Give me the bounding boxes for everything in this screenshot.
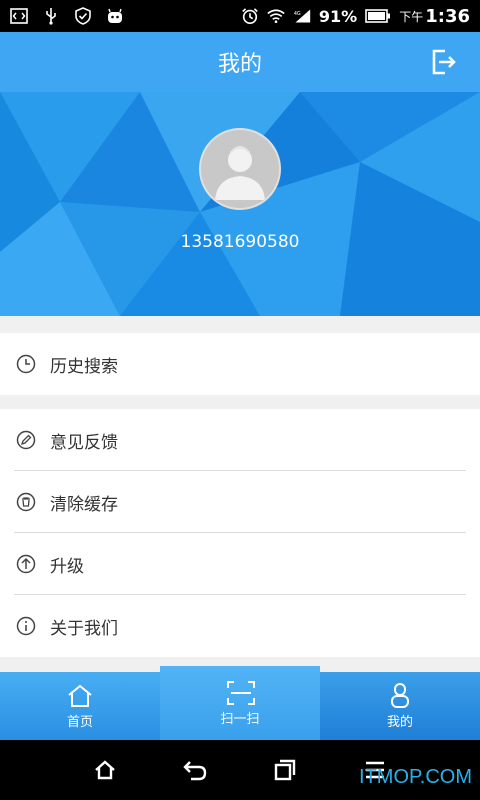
status-bar: 4G 91% 下午 1:36 <box>0 0 480 32</box>
clock-icon <box>16 354 36 374</box>
menu-group-settings: 意见反馈 清除缓存 升级 关于我们 <box>0 409 480 657</box>
tab-label: 首页 <box>66 714 93 730</box>
battery-icon <box>365 8 391 24</box>
tab-mine[interactable]: 我的 <box>320 672 480 740</box>
phone-number: 13581690580 <box>180 232 300 252</box>
tab-scan[interactable]: 扫一扫 <box>160 666 320 740</box>
logout-icon <box>432 49 456 75</box>
menu-item-label: 关于我们 <box>50 618 118 639</box>
nav-back-icon <box>183 761 207 781</box>
svg-text:4G: 4G <box>294 11 301 17</box>
nav-home-button[interactable] <box>90 755 120 785</box>
nav-recents-icon <box>274 759 296 781</box>
trash-icon <box>16 492 36 512</box>
arrow-up-icon <box>16 554 36 574</box>
profile-banner: 13581690580 <box>0 92 480 316</box>
avatar[interactable] <box>199 128 281 210</box>
alarm-icon <box>241 8 259 25</box>
menu-item-label: 清除缓存 <box>50 494 118 515</box>
user-silhouette-icon <box>215 146 265 200</box>
tab-label: 扫一扫 <box>220 711 260 727</box>
menu-item-clear-cache[interactable]: 清除缓存 <box>0 471 480 533</box>
page-title: 我的 <box>217 52 262 77</box>
menu-item-history[interactable]: 历史搜索 <box>0 333 480 395</box>
scan-icon <box>226 680 255 706</box>
watermark: ITMOP.COM <box>359 766 472 788</box>
info-icon <box>16 616 36 636</box>
menu-item-label: 升级 <box>50 556 84 577</box>
shield-icon <box>74 7 92 25</box>
menu-item-about[interactable]: 关于我们 <box>0 595 480 657</box>
menu-item-label: 意见反馈 <box>50 432 118 453</box>
logout-button[interactable] <box>430 48 458 76</box>
person-icon <box>386 682 414 709</box>
menu-item-feedback[interactable]: 意见反馈 <box>0 409 480 471</box>
menu-group-history: 历史搜索 <box>0 333 480 395</box>
nav-back-button[interactable] <box>180 755 210 785</box>
tab-label: 我的 <box>386 714 413 730</box>
bottom-tab-bar: 首页 扫一扫 我的 <box>0 666 480 740</box>
nav-home-icon <box>95 760 115 780</box>
menu-item-upgrade[interactable]: 升级 <box>0 533 480 595</box>
nav-recents-button[interactable] <box>270 755 300 785</box>
home-icon <box>66 683 94 709</box>
wifi-icon <box>267 8 285 24</box>
code-icon <box>10 8 28 24</box>
battery-percent: 91% <box>318 6 358 26</box>
signal-icon: 4G <box>293 8 311 24</box>
time-ampm: 下午 <box>399 9 424 24</box>
android-icon <box>106 8 124 24</box>
pencil-icon <box>16 430 36 450</box>
usb-icon <box>42 8 60 25</box>
header: 我的 <box>0 32 480 92</box>
clock-time: 1:36 <box>425 5 470 27</box>
tab-home[interactable]: 首页 <box>0 672 160 740</box>
menu-item-label: 历史搜索 <box>50 356 118 377</box>
